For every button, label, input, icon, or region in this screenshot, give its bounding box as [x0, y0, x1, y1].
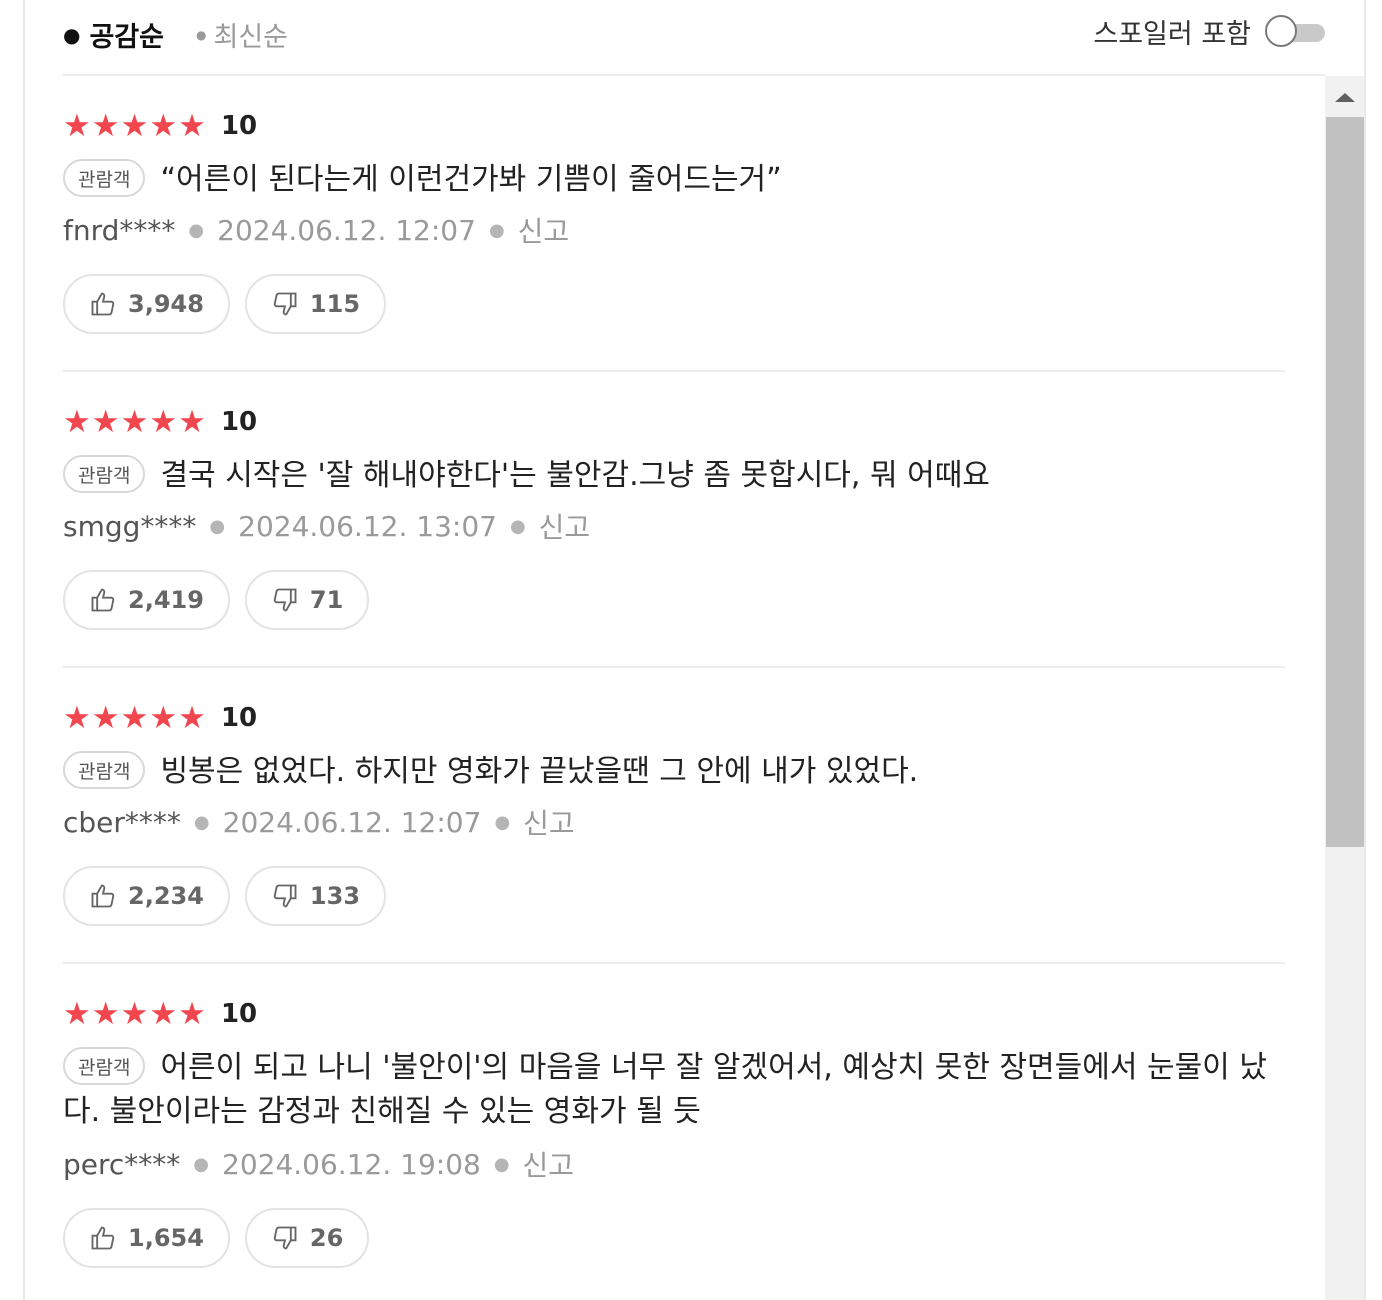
- star-rating-icon: ★★★★★: [63, 108, 207, 144]
- review-author: smgg****: [63, 509, 197, 543]
- thumbs-up-icon: [91, 588, 115, 612]
- review-meta: cber**** ● 2024.06.12. 12:07 ● 신고: [63, 802, 575, 842]
- like-count: 2,419: [128, 586, 204, 614]
- star-rating-icon: ★★★★★: [63, 996, 207, 1032]
- rating-score: 10: [220, 999, 258, 1029]
- review-date: 2024.06.12. 12:07: [222, 805, 482, 839]
- like-button[interactable]: 2,234: [63, 866, 230, 926]
- review-text: 빙봉은 없었다. 하지만 영화가 끝났을땐 그 안에 내가 있었다.: [160, 754, 919, 789]
- separator-dot: ●: [209, 515, 226, 537]
- rating-score: 10: [220, 407, 258, 437]
- scrollbar-thumb[interactable]: [1326, 117, 1364, 847]
- review-meta: smgg**** ● 2024.06.12. 13:07 ● 신고: [63, 506, 590, 546]
- dislike-count: 71: [309, 586, 344, 614]
- review-author: perc****: [63, 1147, 181, 1181]
- review-body: 관람객 어른이 되고 나니 '불안이'의 마음을 너무 잘 알겠어서, 예상치 못…: [63, 1046, 1285, 1134]
- thumbs-down-icon: [273, 588, 297, 612]
- sort-by-likes[interactable]: ● 공감순: [63, 15, 164, 54]
- star-rating-icon: ★★★★★: [63, 404, 207, 440]
- dislike-count: 115: [309, 290, 361, 318]
- review-meta: fnrd**** ● 2024.06.12. 12:07 ● 신고: [63, 210, 569, 250]
- review-body: 관람객 결국 시작은 '잘 해내야한다'는 불안감.그냥 좀 못합시다, 뭐 어때…: [63, 454, 1285, 498]
- review-item: ★★★★★ 10 관람객 결국 시작은 '잘 해내야한다'는 불안감.그냥 좀 못…: [63, 372, 1285, 668]
- triangle-up-icon: [1335, 93, 1355, 102]
- like-button[interactable]: 3,948: [63, 274, 230, 334]
- report-link[interactable]: 신고: [523, 802, 575, 842]
- separator-dot: ●: [188, 219, 205, 241]
- review-text: 결국 시작은 '잘 해내야한다'는 불안감.그냥 좀 못합시다, 뭐 어때요: [160, 458, 990, 493]
- review-list-viewport: ★★★★★ 10 관람객 “어른이 된다는게 이런건가봐 기쁨이 줄어드는거” f…: [63, 76, 1363, 1300]
- rating: ★★★★★ 10: [63, 702, 257, 734]
- review-meta: perc**** ● 2024.06.12. 19:08 ● 신고: [63, 1144, 574, 1184]
- star-rating-icon: ★★★★★: [63, 700, 207, 736]
- review-date: 2024.06.12. 19:08: [222, 1147, 481, 1181]
- viewer-badge: 관람객: [63, 455, 146, 493]
- vote-buttons: 2,419 71: [63, 570, 384, 630]
- separator-dot: ●: [509, 515, 526, 537]
- panel-left-border: [23, 0, 25, 1300]
- spoiler-toggle-group: 스포일러 포함: [1093, 12, 1325, 51]
- viewer-badge: 관람객: [63, 751, 146, 789]
- thumbs-down-icon: [273, 884, 297, 908]
- thumbs-up-icon: [91, 1226, 115, 1250]
- like-count: 1,654: [128, 1224, 204, 1252]
- review-text: “어른이 된다는게 이런건가봐 기쁨이 줄어드는거”: [160, 162, 782, 197]
- dislike-button[interactable]: 133: [244, 866, 387, 926]
- scroll-up-button[interactable]: [1325, 76, 1364, 117]
- sort-by-latest[interactable]: ● 최신순: [196, 15, 288, 54]
- thumbs-down-icon: [273, 292, 297, 316]
- vote-buttons: 3,948 115: [63, 274, 401, 334]
- toggle-knob: [1265, 14, 1297, 47]
- vote-buttons: 2,234 133: [63, 866, 401, 926]
- rating-score: 10: [220, 703, 258, 733]
- separator-dot: ●: [193, 1153, 210, 1175]
- review-text: 어른이 되고 나니 '불안이'의 마음을 너무 잘 알겠어서, 예상치 못한 장…: [63, 1050, 1267, 1129]
- review-item: ★★★★★ 10 관람객 빙봉은 없었다. 하지만 영화가 끝났을땐 그 안에 내…: [63, 668, 1285, 964]
- review-author: fnrd****: [63, 213, 176, 247]
- rating-score: 10: [220, 111, 258, 141]
- like-count: 3,948: [128, 290, 204, 318]
- sort-by-likes-label: 공감순: [89, 22, 164, 53]
- viewer-badge: 관람객: [63, 159, 146, 197]
- report-link[interactable]: 신고: [539, 506, 591, 546]
- review-body: 관람객 “어른이 된다는게 이런건가봐 기쁨이 줄어드는거”: [63, 158, 1285, 202]
- like-count: 2,234: [128, 882, 204, 910]
- review-item: ★★★★★ 10 관람객 어른이 되고 나니 '불안이'의 마음을 너무 잘 알겠…: [63, 964, 1285, 1300]
- dislike-button[interactable]: 71: [244, 570, 370, 630]
- review-date: 2024.06.12. 12:07: [217, 213, 476, 247]
- viewer-badge: 관람객: [63, 1047, 146, 1085]
- rating: ★★★★★ 10: [63, 998, 257, 1030]
- review-date: 2024.06.12. 13:07: [238, 509, 497, 543]
- report-link[interactable]: 신고: [518, 210, 570, 250]
- separator-dot: ●: [488, 219, 505, 241]
- review-item: ★★★★★ 10 관람객 “어른이 된다는게 이런건가봐 기쁨이 줄어드는거” f…: [63, 76, 1285, 372]
- review-header: ● 공감순 ● 최신순 스포일러 포함: [63, 0, 1325, 74]
- like-button[interactable]: 2,419: [63, 570, 230, 630]
- spoiler-toggle[interactable]: [1265, 14, 1325, 49]
- thumbs-up-icon: [91, 292, 115, 316]
- thumbs-up-icon: [91, 884, 115, 908]
- rating: ★★★★★ 10: [63, 110, 257, 142]
- vote-buttons: 1,654 26: [63, 1208, 384, 1268]
- review-author: cber****: [63, 805, 181, 839]
- like-button[interactable]: 1,654: [63, 1208, 230, 1268]
- separator-dot: ●: [493, 1153, 510, 1175]
- dislike-count: 26: [309, 1224, 344, 1252]
- bullet-icon: ●: [196, 27, 207, 42]
- separator-dot: ●: [193, 811, 210, 833]
- vertical-scrollbar[interactable]: [1325, 76, 1364, 1300]
- bullet-icon: ●: [63, 22, 81, 47]
- separator-dot: ●: [494, 811, 511, 833]
- sort-by-latest-label: 최신순: [213, 22, 289, 53]
- thumbs-down-icon: [273, 1226, 297, 1250]
- rating: ★★★★★ 10: [63, 406, 257, 438]
- dislike-count: 133: [309, 882, 361, 910]
- panel-right-border: [1364, 0, 1366, 1300]
- spoiler-label: 스포일러 포함: [1093, 19, 1251, 50]
- dislike-button[interactable]: 26: [244, 1208, 370, 1268]
- review-list: ★★★★★ 10 관람객 “어른이 된다는게 이런건가봐 기쁨이 줄어드는거” f…: [63, 76, 1285, 1300]
- dislike-button[interactable]: 115: [244, 274, 387, 334]
- review-body: 관람객 빙봉은 없었다. 하지만 영화가 끝났을땐 그 안에 내가 있었다.: [63, 750, 1285, 794]
- report-link[interactable]: 신고: [523, 1144, 575, 1184]
